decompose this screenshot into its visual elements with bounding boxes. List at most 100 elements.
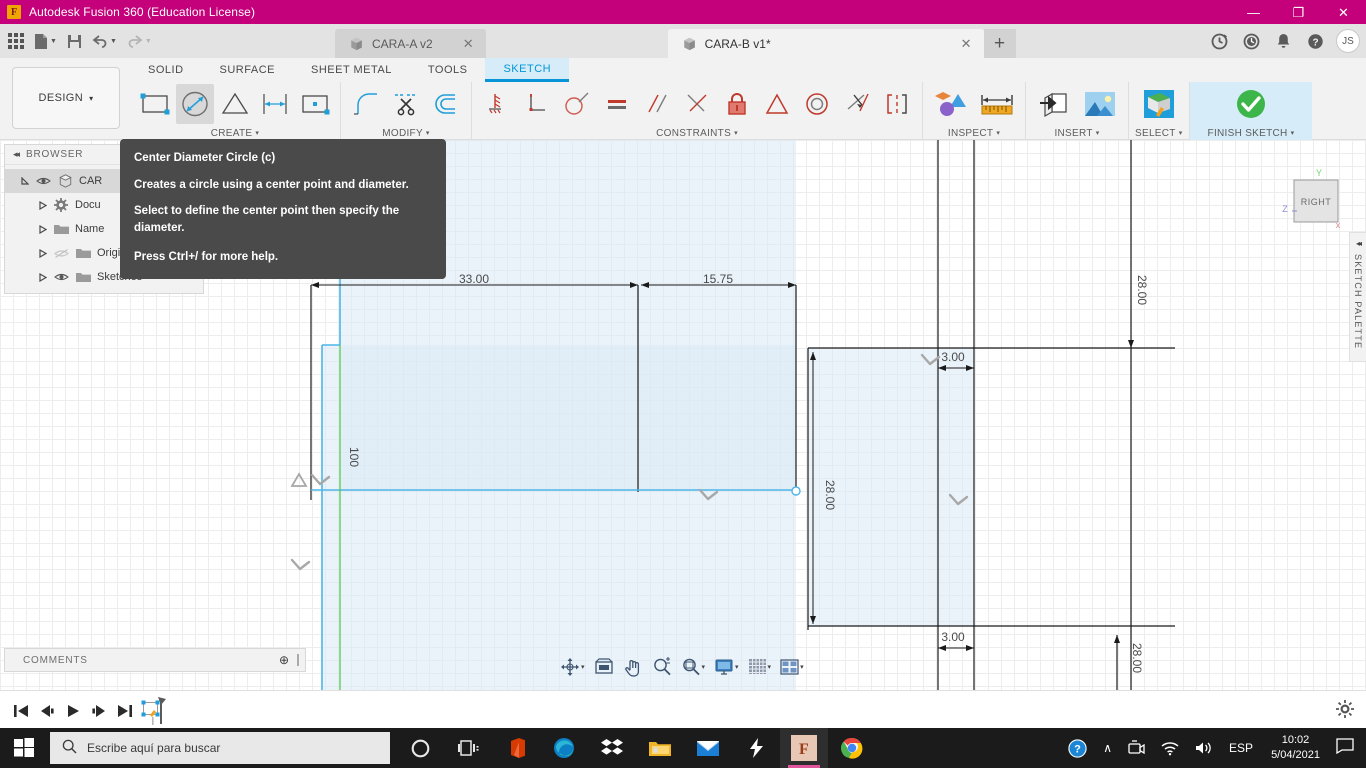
panel-select-label[interactable]: SELECT ▾	[1135, 126, 1183, 140]
redo-button[interactable]: ▼	[122, 24, 157, 58]
equal-constraint-icon[interactable]	[598, 84, 636, 124]
timeline-step-forward[interactable]	[86, 696, 112, 726]
add-comment-icon[interactable]: ⊕	[279, 653, 289, 667]
wifi-icon[interactable]	[1153, 741, 1187, 756]
chevron-down-icon[interactable]: ▾	[800, 663, 804, 671]
concentric-constraint-icon[interactable]	[798, 84, 836, 124]
language-indicator[interactable]: ESP	[1221, 741, 1261, 755]
volume-icon[interactable]	[1187, 740, 1221, 756]
panel-constraints-label[interactable]: CONSTRAINTS ▾	[656, 126, 738, 140]
fillet-tool-icon[interactable]	[347, 84, 385, 124]
close-tab-icon[interactable]: ✕	[463, 36, 474, 52]
fusion360-icon[interactable]: F	[780, 728, 828, 768]
close-button[interactable]: ✕	[1321, 0, 1366, 24]
chevron-down-icon[interactable]: ▾	[702, 663, 706, 671]
tab-surface[interactable]: SURFACE	[202, 58, 293, 82]
select-tool-icon[interactable]	[1137, 84, 1181, 124]
avatar[interactable]: JS	[1336, 29, 1360, 53]
visibility-eye-icon[interactable]	[35, 176, 51, 186]
help-icon[interactable]: ?	[1300, 26, 1330, 56]
chevron-up-icon[interactable]: ∧	[1095, 741, 1120, 755]
parallel-constraint-icon[interactable]	[638, 84, 676, 124]
perpendicular-constraint-icon[interactable]	[518, 84, 556, 124]
timeline-go-to-end[interactable]	[112, 696, 138, 726]
apps-grid-icon[interactable]	[0, 24, 29, 58]
lock-constraint-icon[interactable]	[718, 84, 756, 124]
expand-arrow-icon[interactable]	[39, 273, 47, 282]
display-settings[interactable]: ▾	[714, 658, 739, 676]
expand-arrow-icon[interactable]	[39, 201, 47, 210]
fix-unfix-constraint-icon[interactable]	[478, 84, 516, 124]
recent-icon[interactable]	[1236, 26, 1266, 56]
sketch-dimension-tool-icon[interactable]	[256, 84, 294, 124]
center-diameter-circle-tool-icon[interactable]	[176, 84, 214, 124]
clock[interactable]: 10:02 5/04/2021	[1261, 733, 1330, 763]
resize-grip[interactable]	[297, 654, 299, 666]
new-tab-button[interactable]: +	[984, 29, 1016, 58]
panel-modify-label[interactable]: MODIFY ▾	[382, 126, 430, 140]
timeline-play[interactable]	[60, 696, 86, 726]
midpoint-constraint-icon[interactable]	[758, 84, 796, 124]
panel-inspect-label[interactable]: INSPECT ▾	[948, 126, 1000, 140]
undo-button[interactable]: ▼	[87, 24, 122, 58]
tangent-constraint-icon[interactable]	[558, 84, 596, 124]
document-tab-cara-a[interactable]: CARA-A v2 ✕	[335, 29, 486, 58]
job-status-icon[interactable]	[1204, 26, 1234, 56]
tab-solid[interactable]: SOLID	[130, 58, 202, 82]
cortana-icon[interactable]	[396, 728, 444, 768]
minimize-button[interactable]: —	[1231, 0, 1276, 24]
edge-icon[interactable]	[540, 728, 588, 768]
rectangular-pattern-tool-icon[interactable]	[296, 84, 334, 124]
orbit-tool[interactable]: ▾	[560, 657, 585, 677]
pan-tool[interactable]	[623, 657, 643, 677]
viewports[interactable]: ▾	[780, 658, 804, 676]
close-tab-icon[interactable]: ✕	[961, 36, 972, 52]
mail-icon[interactable]	[684, 728, 732, 768]
file-explorer-icon[interactable]	[636, 728, 684, 768]
grid-snaps[interactable]: ▾	[748, 658, 772, 676]
insert-canvas-tool-icon[interactable]	[1078, 84, 1122, 124]
notifications-icon[interactable]	[1268, 26, 1298, 56]
chevron-down-icon[interactable]: ▾	[768, 663, 772, 671]
save-button[interactable]	[62, 24, 87, 58]
tab-tools[interactable]: TOOLS	[410, 58, 486, 82]
tab-sheet-metal[interactable]: SHEET METAL	[293, 58, 410, 82]
measure-tool-icon[interactable]	[975, 84, 1019, 124]
visibility-eye-icon[interactable]	[53, 272, 69, 282]
expand-arrow-icon[interactable]	[21, 177, 29, 186]
camera-icon[interactable]	[1120, 740, 1153, 756]
look-at-tool[interactable]	[594, 658, 614, 676]
office-icon[interactable]	[492, 728, 540, 768]
symmetry-constraint-icon[interactable]	[878, 84, 916, 124]
expand-arrow-icon[interactable]	[39, 249, 47, 258]
workspace-switcher[interactable]: DESIGN ▾	[12, 67, 120, 129]
offset-tool-icon[interactable]	[427, 84, 465, 124]
timeline-sketch-feature[interactable]	[138, 696, 172, 726]
section-analysis-tool-icon[interactable]	[929, 84, 973, 124]
zoom-window-tool[interactable]: ▾	[681, 657, 706, 677]
maximize-button[interactable]: ❐	[1276, 0, 1321, 24]
insert-derive-tool-icon[interactable]	[1032, 84, 1076, 124]
collinear-constraint-icon[interactable]	[678, 84, 716, 124]
zoom-tool[interactable]	[652, 657, 672, 677]
comments-bar[interactable]: COMMENTS ⊕	[4, 648, 306, 672]
document-tab-cara-b[interactable]: CARA-B v1* ✕	[668, 29, 984, 58]
chevron-down-icon[interactable]: ▾	[581, 663, 585, 671]
collapse-icon[interactable]: ◂◂	[1356, 239, 1360, 248]
windows-start-icon[interactable]	[0, 728, 48, 768]
dropbox-icon[interactable]	[588, 728, 636, 768]
timeline-go-to-beginning[interactable]	[8, 696, 34, 726]
tab-sketch[interactable]: SKETCH	[485, 58, 569, 82]
view-cube[interactable]: RIGHT Y Z x	[1272, 162, 1346, 236]
panel-finish-sketch-label[interactable]: FINISH SKETCH ▾	[1208, 126, 1295, 140]
timeline-step-back[interactable]	[34, 696, 60, 726]
action-center-icon[interactable]	[1330, 738, 1366, 759]
collapse-icon[interactable]: ◂◂	[13, 149, 18, 160]
line-tool-icon[interactable]	[216, 84, 254, 124]
search-input[interactable]: Escribe aquí para buscar	[50, 732, 390, 764]
rectangle-tool-icon[interactable]	[136, 84, 174, 124]
chrome-icon[interactable]	[828, 728, 876, 768]
panel-insert-label[interactable]: INSERT ▾	[1054, 126, 1099, 140]
help-tray-icon[interactable]: ?	[1060, 739, 1095, 758]
finish-sketch-tool-icon[interactable]	[1229, 84, 1273, 124]
